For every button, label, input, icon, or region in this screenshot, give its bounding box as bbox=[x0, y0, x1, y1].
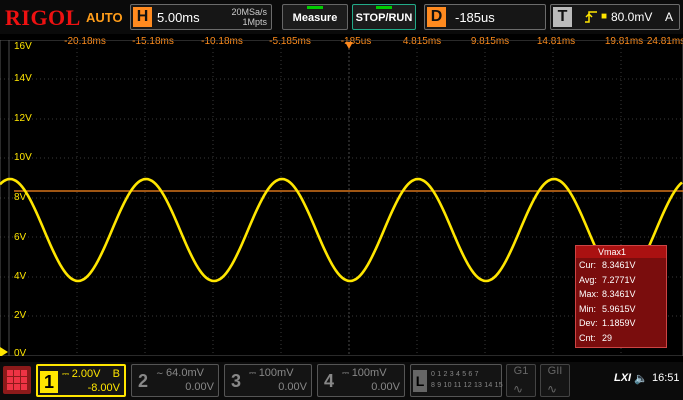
channel-2-scale-value: 64.0mV bbox=[166, 367, 204, 379]
timebase-value: 5.00ms bbox=[157, 10, 200, 25]
bandwidth-limit-indicator: B bbox=[112, 368, 120, 380]
stop-run-button[interactable]: STOP/RUN bbox=[352, 4, 416, 30]
channel-3-scale: ⎓ 100mV bbox=[249, 367, 294, 379]
dc-coupling-icon: ⎓ bbox=[249, 368, 259, 378]
channel-2-scale: ∼ 64.0mV bbox=[156, 367, 204, 379]
measurement-row: Dev: 1.1859V bbox=[576, 316, 666, 331]
stop-run-button-label: STOP/RUN bbox=[355, 12, 413, 24]
sine-wave-icon: ∿ bbox=[513, 382, 524, 396]
sample-rate: 20MSa/s bbox=[231, 7, 267, 17]
measurement-value: 29 bbox=[602, 332, 613, 343]
dc-coupling-icon: ⎓ bbox=[342, 368, 352, 378]
generator-2-button[interactable]: GII ∿ bbox=[540, 364, 570, 397]
measurement-value: 8.3461V bbox=[602, 260, 636, 270]
lxi-icon: LXI bbox=[614, 372, 632, 384]
measurement-row: Max: 8.3461V bbox=[576, 287, 666, 302]
la-channels-row2: 8 9 10 11 12 13 14 15 bbox=[431, 382, 503, 389]
bottom-status-bar: 1 ⎓ 2.00V B -8.00V 2 ∼ 64.0mV 0.00V 3 ⎓ … bbox=[0, 362, 683, 400]
channel-1-scale-value: 2.00V bbox=[71, 368, 101, 380]
measurement-key: Max: bbox=[579, 289, 599, 299]
trigger-box[interactable]: T ■ 80.0mV A bbox=[550, 4, 680, 30]
measurement-panel[interactable]: Vmax1 Cur: 8.3461V Avg: 7.2771V Max: 8.3461… bbox=[575, 245, 667, 348]
main-menu-button[interactable] bbox=[3, 366, 31, 394]
sine-wave-icon: ∿ bbox=[547, 382, 558, 396]
trigger-level: 80.0mV bbox=[611, 10, 653, 24]
voltage-label: 6V bbox=[14, 232, 27, 243]
trigger-position-marker-icon[interactable] bbox=[345, 42, 353, 49]
channel-4-box[interactable]: 4 ⎓ 100mV 0.00V bbox=[317, 364, 405, 397]
measurement-row: Avg: 7.2771V bbox=[576, 273, 666, 288]
measurement-value: 5.9615V bbox=[602, 303, 636, 314]
voltage-label: 16V bbox=[14, 41, 32, 52]
voltage-label: 8V bbox=[14, 192, 27, 203]
voltage-label: 4V bbox=[14, 271, 27, 282]
measurement-value: 8.3461V bbox=[602, 289, 636, 299]
clock: 16:51 bbox=[652, 372, 680, 384]
channel-4-offset: 0.00V bbox=[371, 381, 400, 393]
memory-depth: 1Mpts bbox=[242, 17, 267, 27]
channel-1-offset: -8.00V bbox=[87, 382, 120, 394]
channel-1-box[interactable]: 1 ⎓ 2.00V B -8.00V bbox=[36, 364, 126, 397]
measurement-key: Min: bbox=[579, 303, 597, 314]
speaker-muted-icon[interactable]: 🔈 bbox=[634, 372, 648, 385]
channel-1-scale: ⎓ 2.00V bbox=[62, 368, 100, 380]
channel-3-number: 3 bbox=[230, 371, 241, 391]
measurement-row: Cur: 8.3461V bbox=[576, 258, 666, 273]
delay-box[interactable]: D -185us bbox=[424, 4, 546, 30]
stop-run-indicator bbox=[376, 6, 392, 9]
measure-indicator bbox=[307, 6, 323, 9]
measurement-title: Vmax1 bbox=[576, 246, 666, 258]
delay-letter: D bbox=[427, 7, 446, 27]
top-status-bar: RIGOL AUTO H 5.00ms 20MSa/s 1Mpts Measur… bbox=[0, 0, 683, 34]
horizontal-timebase-box[interactable]: H 5.00ms 20MSa/s 1Mpts bbox=[130, 4, 272, 30]
measurement-key: Cnt: bbox=[579, 332, 596, 343]
delay-value: -185us bbox=[455, 10, 495, 25]
logic-analyzer-box[interactable]: L 0 1 2 3 4 5 6 7 8 9 10 11 12 13 14 15 bbox=[410, 364, 503, 397]
trigger-letter: T bbox=[553, 7, 572, 27]
trigger-level-marker-icon: ■ bbox=[601, 11, 608, 22]
channel-3-offset: 0.00V bbox=[278, 381, 307, 393]
measurement-value: 1.1859V bbox=[602, 318, 636, 328]
measurement-key: Avg: bbox=[579, 274, 597, 285]
horizontal-letter: H bbox=[133, 7, 152, 27]
ch1-ground-marker-icon[interactable] bbox=[0, 347, 8, 356]
rigol-logo: RIGOL bbox=[5, 5, 81, 30]
logic-analyzer-letter: L bbox=[413, 370, 427, 392]
dc-coupling-icon: ⎓ bbox=[62, 369, 72, 379]
channel-3-scale-value: 100mV bbox=[258, 367, 294, 379]
channel-2-number: 2 bbox=[137, 371, 148, 391]
channel-1-number: 1 bbox=[40, 371, 58, 393]
generator-2-label: GII bbox=[547, 365, 563, 377]
measure-button-label: Measure bbox=[292, 12, 338, 24]
generator-1-label: G1 bbox=[513, 365, 529, 377]
measurement-value: 7.2771V bbox=[602, 274, 636, 285]
channel-2-box[interactable]: 2 ∼ 64.0mV 0.00V bbox=[131, 364, 219, 397]
trigger-source: A bbox=[665, 10, 674, 24]
voltage-label: 12V bbox=[14, 113, 32, 124]
measurement-key: Dev: bbox=[579, 318, 598, 328]
voltage-label: 14V bbox=[14, 73, 32, 84]
rising-edge-icon bbox=[585, 11, 597, 23]
channel-4-scale-value: 100mV bbox=[351, 367, 387, 379]
acquire-mode[interactable]: AUTO bbox=[86, 10, 123, 25]
measurement-key: Cur: bbox=[579, 260, 597, 270]
generator-1-button[interactable]: G1 ∿ bbox=[506, 364, 536, 397]
measure-button[interactable]: Measure bbox=[282, 4, 348, 30]
ac-coupling-icon: ∼ bbox=[156, 368, 167, 378]
channel-4-number: 4 bbox=[323, 371, 334, 391]
la-channels-row1: 0 1 2 3 4 5 6 7 bbox=[431, 371, 479, 378]
voltage-label: 10V bbox=[14, 152, 32, 163]
channel-4-scale: ⎓ 100mV bbox=[342, 367, 387, 379]
voltage-label: 0V bbox=[14, 348, 27, 359]
measurement-row: Cnt: 29 bbox=[576, 331, 666, 346]
channel-2-offset: 0.00V bbox=[185, 381, 214, 393]
measurement-row: Min: 5.9615V bbox=[576, 302, 666, 317]
channel-3-box[interactable]: 3 ⎓ 100mV 0.00V bbox=[224, 364, 312, 397]
voltage-label: 2V bbox=[14, 310, 27, 321]
